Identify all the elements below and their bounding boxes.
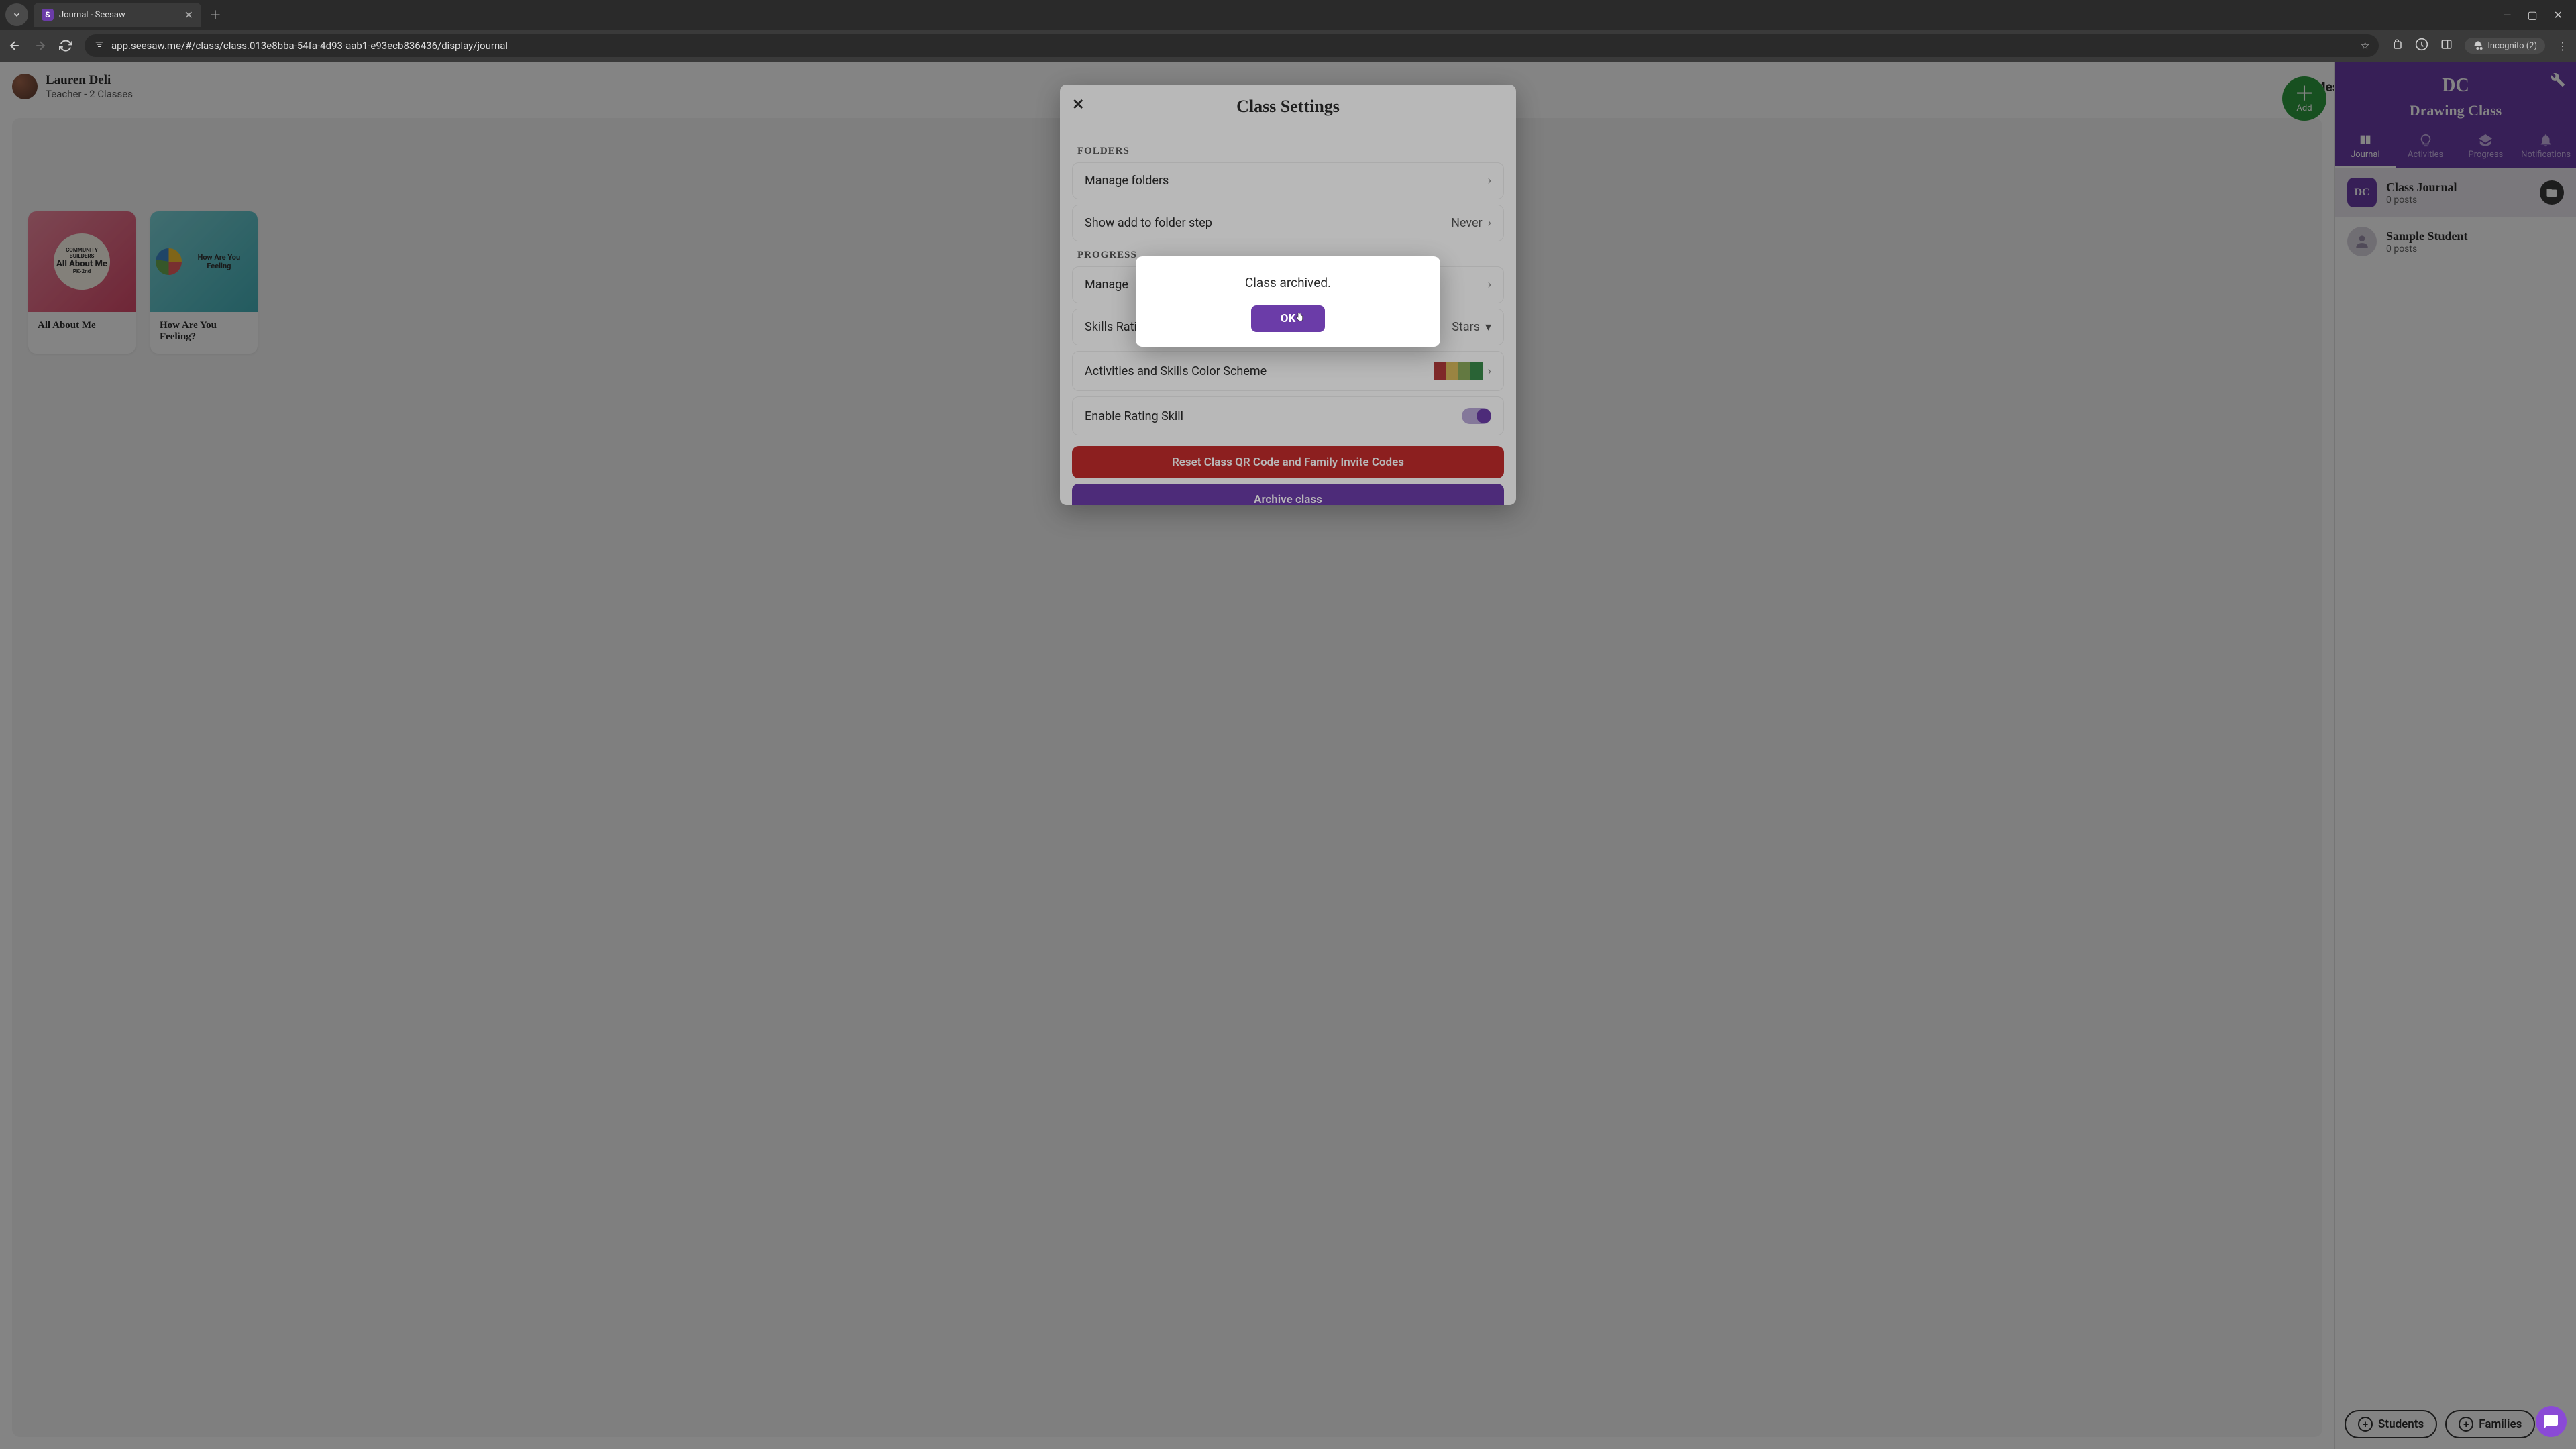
site-info-icon[interactable] [94, 39, 105, 52]
nav-reload-icon[interactable] [59, 39, 72, 52]
nav-back-icon[interactable] [8, 39, 21, 52]
tab-close-icon[interactable]: ✕ [184, 9, 193, 21]
browser-tab[interactable]: S Journal - Seesaw ✕ [34, 3, 201, 27]
window-close-icon[interactable]: ✕ [2554, 9, 2563, 21]
help-chat-button[interactable] [2536, 1406, 2567, 1437]
browser-menu-icon[interactable]: ⋮ [2557, 40, 2568, 52]
nav-forward-icon [34, 39, 47, 52]
cursor-pointer-icon [1294, 311, 1305, 327]
alert-dialog: Class archived. OK [1136, 256, 1440, 347]
downloads-icon[interactable] [2415, 38, 2428, 54]
alert-ok-button[interactable]: OK [1251, 305, 1326, 332]
url-text: app.seesaw.me/#/class/class.013e8bba-54f… [111, 40, 2354, 52]
window-minimize-icon[interactable]: — [2503, 9, 2512, 21]
side-panel-icon[interactable] [2440, 38, 2453, 53]
incognito-badge[interactable]: Incognito (2) [2465, 38, 2545, 54]
window-maximize-icon[interactable]: ▢ [2527, 9, 2537, 21]
tab-title: Journal - Seesaw [59, 10, 179, 20]
bookmark-star-icon[interactable]: ☆ [2361, 40, 2369, 52]
tab-favicon: S [42, 9, 54, 21]
address-bar[interactable]: app.seesaw.me/#/class/class.013e8bba-54f… [85, 34, 2379, 57]
alert-message: Class archived. [1152, 275, 1424, 290]
new-tab-button[interactable]: ＋ [209, 6, 221, 23]
extensions-icon[interactable] [2391, 38, 2403, 53]
tab-search-dropdown[interactable] [5, 3, 28, 26]
